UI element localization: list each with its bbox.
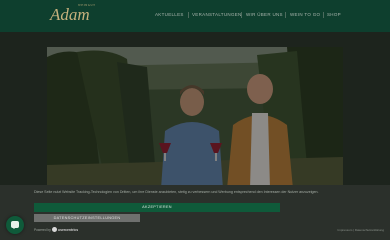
logo-name: Adam bbox=[50, 5, 90, 24]
nav-divider bbox=[188, 12, 189, 18]
usercentrics-icon bbox=[52, 227, 57, 232]
nav-item-wein-to-go[interactable]: Wein to go bbox=[290, 12, 320, 17]
nav-divider bbox=[285, 12, 286, 18]
chat-bubble-icon bbox=[11, 221, 19, 229]
hero-photo bbox=[47, 47, 343, 189]
hero-image bbox=[47, 47, 343, 189]
usercentrics-logo[interactable]: usercentrics bbox=[52, 227, 86, 233]
nav-item-veranstaltungen[interactable]: Veranstaltungen bbox=[192, 12, 242, 17]
chat-button[interactable] bbox=[6, 216, 24, 234]
privacy-settings-button[interactable]: Datenschutzeinstellungen bbox=[34, 214, 140, 222]
cookie-banner: Diese Seite nutzt Website Tracking-Techn… bbox=[0, 185, 390, 240]
legal-links[interactable]: Impressum | Datenschutzerklärung bbox=[338, 228, 384, 232]
site-header: WEINGUT Adam Aktuelles Veranstaltungen W… bbox=[0, 0, 390, 32]
powered-by: Powered by usercentrics bbox=[34, 227, 78, 232]
nav-item-aktuelles[interactable]: Aktuelles bbox=[155, 12, 184, 17]
brand-logo[interactable]: WEINGUT Adam bbox=[50, 2, 102, 28]
nav-divider bbox=[323, 12, 324, 18]
nav-item-shop[interactable]: Shop bbox=[327, 12, 341, 17]
accept-button[interactable]: Akzeptieren bbox=[34, 203, 280, 212]
cookie-notice-text: Diese Seite nutzt Website Tracking-Techn… bbox=[34, 190, 319, 194]
nav-item-wir-ueber-uns[interactable]: Wir über uns bbox=[246, 12, 283, 17]
powered-by-label: Powered by bbox=[34, 228, 51, 232]
nav-divider bbox=[241, 12, 242, 18]
usercentrics-name: usercentrics bbox=[58, 227, 79, 232]
